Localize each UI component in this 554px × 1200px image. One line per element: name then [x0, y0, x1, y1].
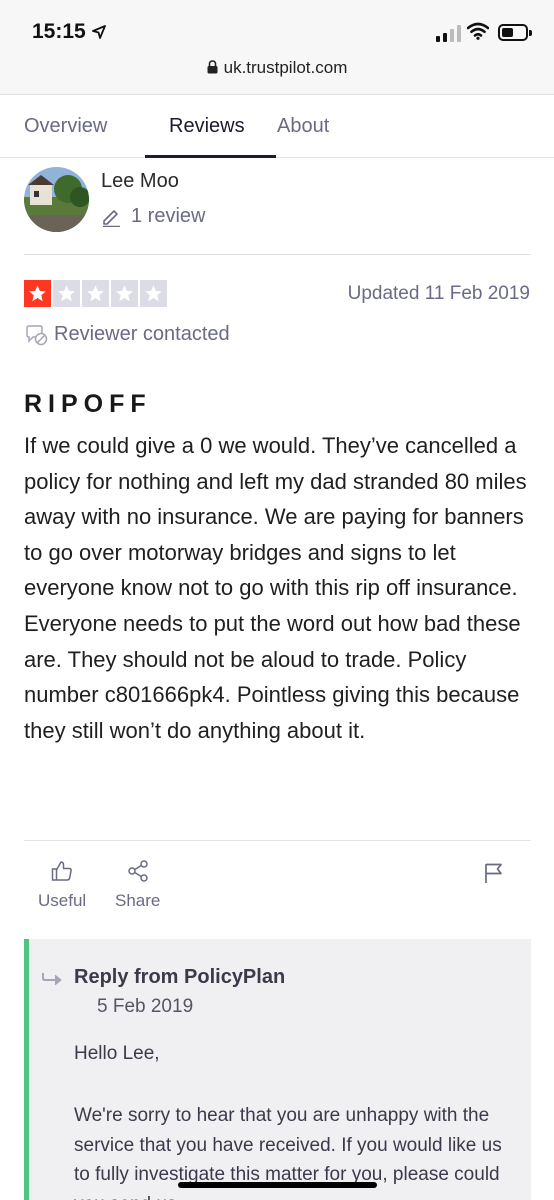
star-rating: [24, 280, 167, 307]
review-count-text: 1 review: [131, 205, 206, 227]
reply-arrow-icon: [42, 973, 62, 986]
star-empty-icon: [140, 280, 167, 307]
tab-reviews[interactable]: Reviews: [169, 115, 245, 138]
active-tab-indicator: [145, 155, 276, 158]
star-empty-icon: [53, 280, 80, 307]
reviewer-review-count: 1 review: [101, 205, 205, 228]
star-empty-icon: [82, 280, 109, 307]
star-empty-icon: [111, 280, 138, 307]
chat-bubble-icon: [26, 324, 48, 345]
share-icon: [127, 860, 148, 882]
share-button[interactable]: Share: [115, 860, 160, 911]
url-text: uk.trustpilot.com: [223, 58, 348, 77]
location-arrow-icon: [92, 25, 106, 39]
contacted-text: Reviewer contacted: [54, 323, 230, 345]
reviewer-name[interactable]: Lee Moo: [101, 170, 179, 193]
review-date: Updated 11 Feb 2019: [347, 283, 530, 304]
useful-label: Useful: [38, 891, 87, 910]
cellular-signal-icon: [436, 24, 461, 42]
browser-chrome: 15:15 uk.trustpilot.com: [0, 0, 554, 95]
reply-date: 5 Feb 2019: [97, 996, 194, 1017]
reply-title: Reply from PolicyPlan: [74, 966, 286, 988]
lock-icon: [207, 60, 218, 74]
tab-bar: Overview Reviews About: [0, 96, 554, 158]
divider: [24, 840, 531, 841]
divider: [24, 254, 531, 255]
reviewer-contacted-status: Reviewer contacted: [24, 323, 230, 346]
status-time: 15:15: [32, 20, 86, 43]
avatar[interactable]: [24, 167, 89, 232]
wifi-icon: [467, 22, 489, 40]
share-label: Share: [115, 891, 161, 910]
thumbs-up-icon: [51, 861, 72, 881]
pencil-icon: [103, 209, 120, 227]
useful-button[interactable]: Useful: [38, 860, 86, 911]
review-body: If we could give a 0 we would. They’ve c…: [24, 433, 527, 743]
tab-about[interactable]: About: [277, 115, 329, 138]
avatar-photo: [24, 167, 89, 232]
tab-overview[interactable]: Overview: [24, 115, 107, 138]
address-bar[interactable]: uk.trustpilot.com: [0, 58, 554, 78]
reply-greeting: Hello Lee,: [74, 1043, 160, 1064]
flag-icon[interactable]: [484, 862, 504, 884]
battery-icon: [498, 24, 532, 41]
home-indicator[interactable]: [178, 1182, 377, 1188]
company-reply: Reply from PolicyPlan 5 Feb 2019 Hello L…: [24, 939, 531, 1200]
review-title: RIPOFF: [24, 390, 152, 418]
star-filled-icon: [24, 280, 51, 307]
